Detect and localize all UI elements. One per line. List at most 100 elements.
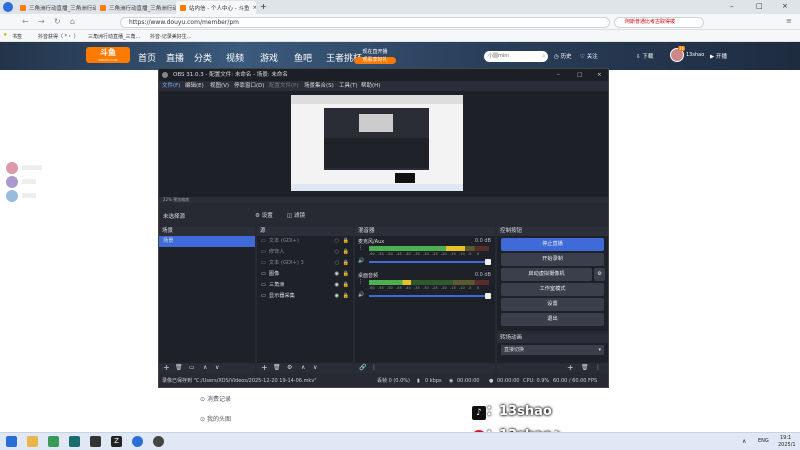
app-icon-z[interactable]: Z bbox=[111, 436, 122, 447]
move-scene-up-icon[interactable]: ∧ bbox=[203, 364, 207, 371]
browser-tab-1[interactable]: 三角洲行动直播_三角洲行动直播... bbox=[16, 1, 96, 14]
transition-select[interactable]: 直接切换 ▾ bbox=[501, 345, 604, 355]
speaker-icon[interactable]: 🔊 bbox=[358, 258, 364, 264]
menu-profile[interactable]: 配置文件(P) bbox=[269, 81, 299, 91]
clock-date[interactable]: 2025/1 bbox=[778, 442, 796, 448]
eye-off-icon[interactable]: ○ bbox=[334, 236, 339, 247]
new-tab-icon[interactable]: + bbox=[260, 2, 267, 11]
close-window-icon[interactable]: × bbox=[782, 2, 788, 10]
add-source-icon[interactable]: + bbox=[261, 363, 268, 372]
source-settings-icon[interactable]: ⚙ bbox=[287, 364, 292, 371]
download-button[interactable]: ⇩ 下载 bbox=[636, 52, 653, 60]
virtual-camera-button[interactable]: 启动虚拟摄像机 ⚙ bbox=[501, 268, 605, 281]
nav-game[interactable]: 游戏 bbox=[260, 51, 278, 64]
menu-help[interactable]: 帮助(H) bbox=[361, 81, 380, 91]
obs-maximize-icon[interactable]: □ bbox=[577, 69, 582, 81]
app-icon-green[interactable] bbox=[48, 436, 59, 447]
source-item[interactable]: ▭ 图像 ◉ 🔒 bbox=[257, 269, 353, 280]
close-tab-icon[interactable]: × bbox=[252, 5, 256, 11]
filters-button[interactable]: ◫ 滤镜 bbox=[283, 211, 309, 219]
app-icon-teal[interactable] bbox=[69, 436, 80, 447]
header-username[interactable]: 13shao bbox=[686, 52, 704, 58]
history-button[interactable]: ◷ 历史 bbox=[554, 52, 572, 60]
minimize-icon[interactable]: – bbox=[730, 2, 734, 10]
menu-docks[interactable]: 停靠窗口(D) bbox=[234, 81, 265, 91]
menu-my-headpic[interactable]: ⊙ 我的头图 bbox=[200, 414, 231, 423]
mixer-link-icon[interactable]: 🔗 bbox=[359, 364, 366, 371]
eye-off-icon[interactable]: ○ bbox=[334, 247, 339, 258]
browser-search-box[interactable]: 阿斯普通比考古取得拨 bbox=[614, 17, 704, 28]
menu-scene-collection[interactable]: 场景集合(S) bbox=[304, 81, 334, 91]
lock-icon[interactable]: 🔒 bbox=[343, 258, 349, 269]
speaker-icon[interactable]: 🔊 bbox=[358, 292, 364, 298]
lock-icon[interactable]: 🔒 bbox=[343, 269, 349, 280]
maximize-icon[interactable]: □ bbox=[756, 2, 763, 10]
channel-menu-icon[interactable]: ⋮ bbox=[358, 245, 363, 251]
bookmark-item[interactable]: 抖音获得（ *・ ） bbox=[38, 33, 79, 40]
back-icon[interactable]: ← bbox=[22, 17, 29, 26]
obs-app-icon[interactable] bbox=[153, 436, 164, 447]
nav-video[interactable]: 视频 bbox=[226, 51, 244, 64]
remove-source-icon[interactable]: 🗑 bbox=[273, 364, 281, 371]
nav-live[interactable]: 直播 bbox=[166, 51, 184, 64]
scene-filter-icon[interactable]: ▭ bbox=[189, 364, 195, 371]
volume-handle[interactable] bbox=[485, 293, 491, 299]
menu-consumption-record[interactable]: ⊙ 消费记录 bbox=[200, 394, 231, 403]
sidebar-avatar[interactable] bbox=[6, 190, 18, 202]
move-scene-down-icon[interactable]: ∨ bbox=[215, 364, 219, 371]
bookmark-item[interactable]: 书签 bbox=[12, 33, 22, 40]
lock-icon[interactable]: 🔒 bbox=[343, 236, 349, 247]
browser-menu-icon[interactable]: ≡ bbox=[786, 17, 792, 25]
nav-category[interactable]: 分类 bbox=[194, 51, 212, 64]
go-live-button[interactable]: ▶ 开播 bbox=[710, 52, 727, 60]
browser-tab-3[interactable]: 站内信 - 个人中心 - 斗鱼 × bbox=[176, 1, 256, 14]
eye-icon[interactable]: ◉ bbox=[334, 269, 339, 280]
transition-menu-icon[interactable]: ⋮ bbox=[595, 364, 601, 371]
source-item[interactable]: ▭ 修饰人 ○ 🔒 bbox=[257, 247, 353, 258]
lock-icon[interactable]: 🔒 bbox=[343, 280, 349, 291]
mixer-menu-icon[interactable]: ⋮ bbox=[371, 364, 377, 371]
clock-time[interactable]: 19:1 bbox=[780, 435, 791, 441]
menu-tools[interactable]: 工具(T) bbox=[339, 81, 358, 91]
url-bar[interactable]: https://www.douyu.com/member/pm bbox=[120, 17, 610, 28]
menu-edit[interactable]: 编辑(E) bbox=[185, 81, 204, 91]
scene-item[interactable]: 场景 bbox=[159, 236, 255, 247]
source-item[interactable]: ▭ 文本 (GDI+) ○ 🔒 bbox=[257, 236, 353, 247]
bookmark-item[interactable]: 三角洲行动直播_三角... bbox=[88, 33, 140, 40]
zoom-label[interactable]: 22% 预览缩放 bbox=[163, 197, 189, 202]
obs-minimize-icon[interactable]: – bbox=[557, 69, 560, 81]
lock-icon[interactable]: 🔒 bbox=[343, 247, 349, 258]
browser-tab-2[interactable]: 三角洲行动直播_三角洲行动直播... bbox=[96, 1, 176, 14]
sidebar-avatar[interactable] bbox=[6, 176, 18, 188]
nav-home[interactable]: 首页 bbox=[138, 51, 156, 64]
studio-mode-button[interactable]: 工作室模式 bbox=[501, 283, 604, 296]
nav-fishbar[interactable]: 鱼吧 bbox=[294, 51, 312, 64]
eye-off-icon[interactable]: ○ bbox=[334, 258, 339, 269]
forward-icon[interactable]: → bbox=[38, 17, 45, 26]
promo-banner[interactable]: 现在直开播 观看享好礼 bbox=[350, 46, 400, 66]
douyu-search-input[interactable]: 小圆mini ⌕ bbox=[484, 51, 548, 62]
menu-file[interactable]: 文件(F) bbox=[162, 81, 180, 91]
move-source-up-icon[interactable]: ∧ bbox=[301, 364, 305, 371]
file-explorer-icon[interactable] bbox=[27, 436, 38, 447]
home-icon[interactable]: ⌂ bbox=[70, 17, 75, 26]
douyu-logo[interactable]: 斗鱼 DOUYU.COM bbox=[86, 47, 130, 63]
follow-button[interactable]: ♡ 关注 bbox=[580, 52, 598, 60]
tray-chevron-icon[interactable]: ∧ bbox=[742, 438, 746, 445]
source-item[interactable]: ▭ 三角洲 ◉ 🔒 bbox=[257, 280, 353, 291]
volume-slider[interactable] bbox=[369, 259, 491, 265]
start-icon[interactable] bbox=[6, 436, 17, 447]
start-recording-button[interactable]: 开始录制 bbox=[501, 253, 604, 266]
source-item[interactable]: ▭ 文本 (GDI+) 3 ○ 🔒 bbox=[257, 258, 353, 269]
eye-icon[interactable]: ◉ bbox=[334, 291, 339, 302]
obs-preview[interactable] bbox=[159, 91, 608, 197]
move-source-down-icon[interactable]: ∨ bbox=[313, 364, 317, 371]
stop-streaming-button[interactable]: 停止直播 bbox=[501, 238, 604, 251]
lock-icon[interactable]: 🔒 bbox=[343, 291, 349, 302]
volume-handle[interactable] bbox=[485, 259, 491, 265]
browser-taskbar-icon[interactable] bbox=[132, 436, 143, 447]
language-indicator[interactable]: ENG bbox=[758, 438, 769, 444]
bookmark-item[interactable]: 抖音-记录美好生... bbox=[150, 33, 192, 40]
obs-close-icon[interactable]: × bbox=[597, 69, 602, 81]
settings-button[interactable]: 设置 bbox=[501, 298, 604, 311]
